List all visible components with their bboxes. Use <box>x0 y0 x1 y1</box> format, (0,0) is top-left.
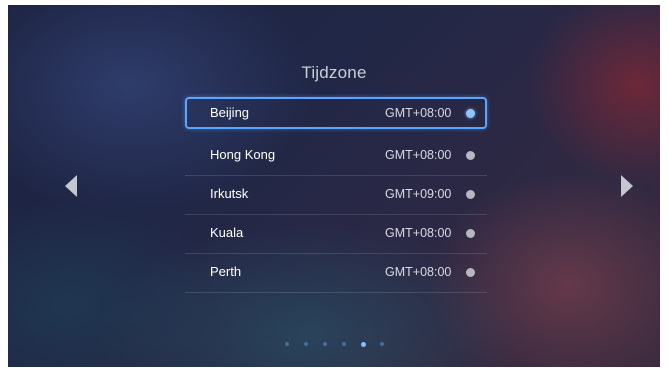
chevron-right-icon[interactable] <box>621 175 633 197</box>
timezone-row[interactable]: Irkutsk GMT+09:00 <box>185 176 487 215</box>
radio-icon[interactable] <box>466 229 475 238</box>
page-dot <box>380 342 384 346</box>
page-dot-active <box>361 342 366 347</box>
timezone-offset: GMT+09:00 <box>385 187 452 201</box>
timezone-row[interactable]: Kuala GMT+08:00 <box>185 215 487 254</box>
radio-icon[interactable] <box>466 190 475 199</box>
timezone-list: Beijing GMT+08:00 Hong Kong GMT+08:00 Ir… <box>185 97 487 293</box>
radio-icon[interactable] <box>466 151 475 160</box>
radio-icon[interactable] <box>466 268 475 277</box>
timezone-row[interactable]: Hong Kong GMT+08:00 <box>185 137 487 176</box>
page-title: Tijdzone <box>301 63 367 82</box>
timezone-name: Irkutsk <box>210 186 249 201</box>
chevron-left-icon[interactable] <box>65 175 77 197</box>
timezone-name: Beijing <box>210 105 250 120</box>
timezone-offset: GMT+08:00 <box>385 148 452 162</box>
timezone-row[interactable]: Perth GMT+08:00 <box>185 254 487 293</box>
timezone-row[interactable]: Beijing GMT+08:00 <box>185 97 487 129</box>
radio-selected-icon[interactable] <box>466 109 475 118</box>
timezone-offset: GMT+08:00 <box>385 226 452 240</box>
timezone-screen: Tijdzone Beijing GMT+08:00 Hong Kong GMT… <box>8 5 660 367</box>
page-dot <box>342 342 346 346</box>
timezone-offset: GMT+08:00 <box>385 265 452 279</box>
timezone-name: Perth <box>210 264 242 279</box>
timezone-name: Kuala <box>210 225 244 240</box>
page-dot <box>304 342 308 346</box>
page-dot <box>323 342 327 346</box>
timezone-offset: GMT+08:00 <box>385 106 452 120</box>
timezone-name: Hong Kong <box>210 147 276 162</box>
page-dot <box>285 342 289 346</box>
